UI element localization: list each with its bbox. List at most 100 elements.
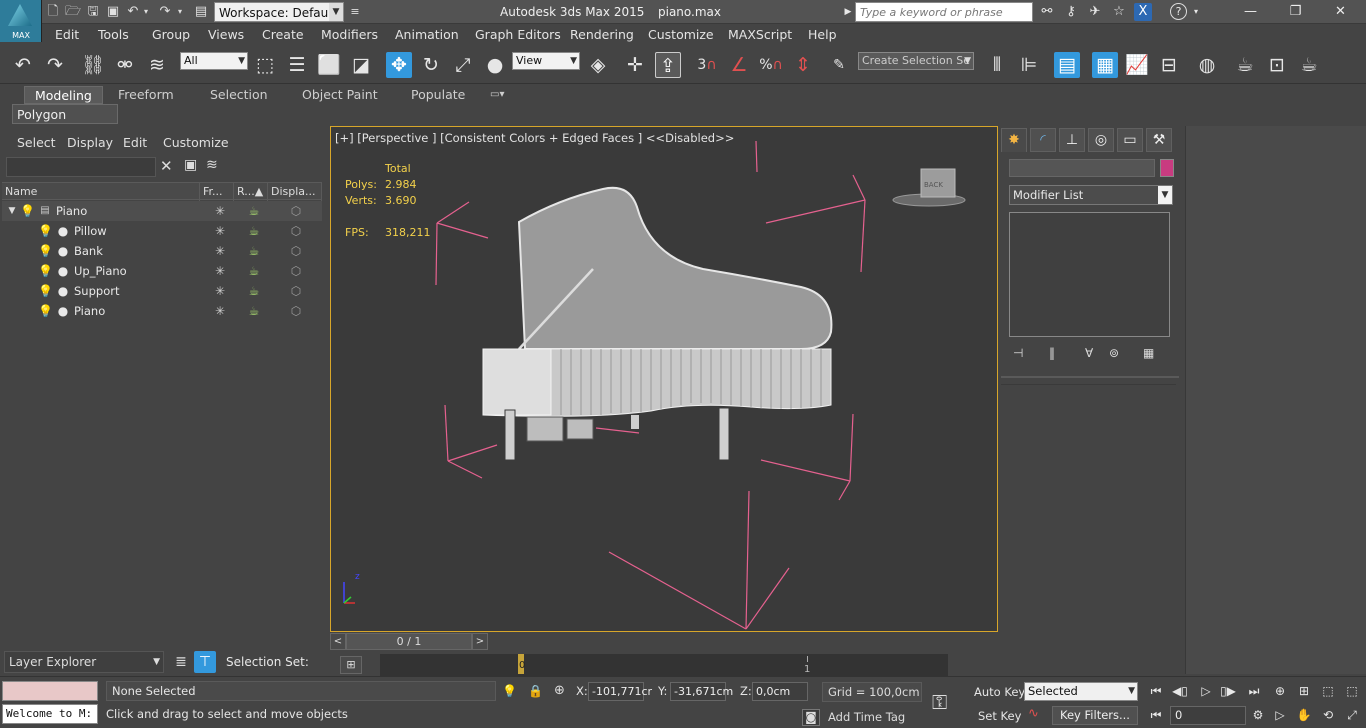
time-tag-icon[interactable]: ◙: [802, 709, 820, 726]
redo-dropdown-icon[interactable]: ▾: [174, 3, 186, 21]
mirror-icon[interactable]: ⫴: [984, 52, 1010, 78]
select-and-place-icon[interactable]: ●: [482, 52, 508, 78]
display-box-icon[interactable]: ⬡: [286, 221, 306, 241]
keyboard-shortcut-override-icon[interactable]: ⇪: [655, 52, 681, 78]
explorer-menu-display[interactable]: Display: [67, 135, 113, 150]
rectangular-selection-icon[interactable]: ⬜: [316, 52, 342, 78]
render-teapot-icon[interactable]: ☕: [244, 241, 264, 261]
maxscript-listener-input[interactable]: Welcome to M:: [2, 704, 98, 724]
add-time-tag[interactable]: Add Time Tag: [828, 710, 905, 724]
lock-selection-icon[interactable]: 🔒: [528, 684, 543, 698]
lightbulb-icon[interactable]: 💡: [38, 281, 53, 301]
menu-create[interactable]: Create: [262, 25, 304, 44]
menu-views[interactable]: Views: [208, 25, 244, 44]
perspective-viewport[interactable]: BACK z [+] [Perspective ] [Consistent Co…: [330, 126, 998, 632]
hierarchy-icon[interactable]: ⊤: [194, 651, 216, 673]
current-frame-field[interactable]: 0: [1170, 706, 1246, 725]
explorer-menu-select[interactable]: Select: [17, 135, 56, 150]
explorer-menu-customize[interactable]: Customize: [163, 135, 229, 150]
material-editor-icon[interactable]: ◍: [1194, 52, 1220, 78]
object-row[interactable]: 💡 ● Bank ✳ ☕ ⬡: [2, 241, 322, 261]
key-filters-button[interactable]: Key Filters...: [1052, 706, 1138, 725]
new-file-icon[interactable]: 🗋: [44, 3, 62, 21]
modifier-stack[interactable]: [1009, 212, 1170, 337]
isolate-selection-icon[interactable]: 💡: [502, 684, 517, 698]
pan-view-icon[interactable]: ✋: [1296, 708, 1312, 722]
redo-icon[interactable]: ↷: [42, 52, 68, 78]
select-and-rotate-icon[interactable]: ↻: [418, 52, 444, 78]
pivot-center-icon[interactable]: ◈: [585, 52, 611, 78]
menu-tools[interactable]: Tools: [98, 25, 129, 44]
freeze-snowflake-icon[interactable]: ✳: [210, 261, 230, 281]
display-box-icon[interactable]: ⬡: [286, 301, 306, 321]
unlink-selection-icon[interactable]: ⚮: [112, 52, 138, 78]
menu-maxscript[interactable]: MAXScript: [728, 25, 792, 44]
go-to-end-icon[interactable]: ⏭: [1246, 684, 1262, 699]
angle-snap-icon[interactable]: ∠: [726, 52, 752, 78]
column-frozen[interactable]: Fr...: [200, 183, 234, 201]
clear-search-icon[interactable]: ✕: [160, 157, 173, 175]
undo-icon[interactable]: ↶: [10, 52, 36, 78]
ribbon-options-icon[interactable]: ▭▾: [490, 86, 504, 104]
column-renderable[interactable]: R...▲: [234, 183, 268, 201]
menu-group[interactable]: Group: [152, 25, 190, 44]
object-color-swatch[interactable]: [1160, 159, 1174, 177]
absolute-mode-icon[interactable]: ⊕: [554, 683, 565, 698]
trackbar-toggle-icon[interactable]: ⊞: [340, 656, 362, 674]
tab-create-icon[interactable]: ✸: [1001, 128, 1027, 152]
render-teapot-icon[interactable]: ☕: [244, 261, 264, 281]
percent-snap-icon[interactable]: %∩: [758, 52, 784, 78]
menu-graph-editors[interactable]: Graph Editors: [475, 25, 561, 44]
viewcube[interactable]: BACK: [892, 168, 966, 207]
object-row[interactable]: 💡 ● Piano ✳ ☕ ⬡: [2, 301, 322, 321]
zoom-extents-all-icon[interactable]: ⬚: [1344, 684, 1360, 698]
toggle-scene-explorer-icon[interactable]: ▤: [1054, 52, 1080, 78]
tab-display-icon[interactable]: ▭: [1117, 128, 1143, 152]
zoom-extents-icon[interactable]: ⬚: [1320, 684, 1336, 698]
freeze-snowflake-icon[interactable]: ✳: [210, 301, 230, 321]
align-icon[interactable]: ⊫: [1016, 52, 1042, 78]
snaps-toggle-icon[interactable]: 3∩: [694, 52, 720, 78]
workspace-dropdown[interactable]: Workspace: Default ▼: [214, 2, 344, 22]
set-key-icon[interactable]: ⚿: [932, 690, 947, 714]
configure-modifier-sets-icon[interactable]: ▦: [1143, 346, 1154, 360]
zoom-icon[interactable]: ⊕: [1272, 684, 1288, 698]
restore-button[interactable]: ❐: [1273, 0, 1318, 24]
maximize-viewport-icon[interactable]: ⤢: [1344, 708, 1360, 723]
column-name[interactable]: Name: [2, 183, 200, 201]
viewport-label[interactable]: [+] [Perspective ] [Consistent Colors + …: [335, 131, 734, 145]
hold-icon[interactable]: ▣: [104, 3, 122, 21]
reference-coordinate-dropdown[interactable]: View ▼: [512, 52, 580, 70]
render-teapot-icon[interactable]: ☕: [244, 281, 264, 301]
select-by-name-icon[interactable]: ☰: [284, 52, 310, 78]
key-selection-dropdown[interactable]: Selected ▼: [1024, 682, 1138, 701]
render-teapot-icon[interactable]: ☕: [244, 221, 264, 241]
selection-filter-dropdown[interactable]: All ▼: [180, 52, 248, 70]
tab-hierarchy-icon[interactable]: ⊥: [1059, 128, 1085, 152]
orbit-icon[interactable]: ⟲: [1320, 708, 1336, 722]
explorer-menu-edit[interactable]: Edit: [123, 135, 147, 150]
edit-named-selection-icon[interactable]: ✎: [826, 52, 852, 78]
binoculars-icon[interactable]: ⚯: [1038, 3, 1056, 21]
layer-options-icon[interactable]: ≋: [206, 157, 218, 173]
app-menu-button[interactable]: MAX: [0, 0, 42, 42]
expand-triangle-icon[interactable]: ▼: [6, 201, 18, 221]
freeze-snowflake-icon[interactable]: ✳: [210, 221, 230, 241]
search-expand-icon[interactable]: ▶: [842, 3, 854, 21]
render-production-icon[interactable]: ☕: [1296, 52, 1322, 78]
tab-motion-icon[interactable]: ◎: [1088, 128, 1114, 152]
time-slider-thumb[interactable]: 0 / 1: [346, 633, 472, 650]
rendered-frame-window-icon[interactable]: ⊡: [1264, 52, 1290, 78]
object-row[interactable]: 💡 ● Up_Piano ✳ ☕ ⬡: [2, 261, 322, 281]
select-and-link-icon[interactable]: ⛓: [80, 52, 106, 78]
toggle-layer-explorer-icon[interactable]: ▦: [1092, 52, 1118, 78]
default-tangent-icon[interactable]: ∿: [1028, 706, 1039, 721]
object-name-field[interactable]: [1009, 159, 1155, 177]
save-file-icon[interactable]: 🖫: [84, 3, 102, 21]
x-coordinate-field[interactable]: -101,771cr: [588, 682, 652, 701]
bind-to-space-warp-icon[interactable]: ≋: [144, 52, 170, 78]
field-of-view-icon[interactable]: ▷: [1272, 708, 1288, 722]
previous-frame-icon[interactable]: ◀▯: [1172, 684, 1188, 698]
lightbulb-icon[interactable]: 💡: [38, 261, 53, 281]
freeze-snowflake-icon[interactable]: ✳: [210, 281, 230, 301]
